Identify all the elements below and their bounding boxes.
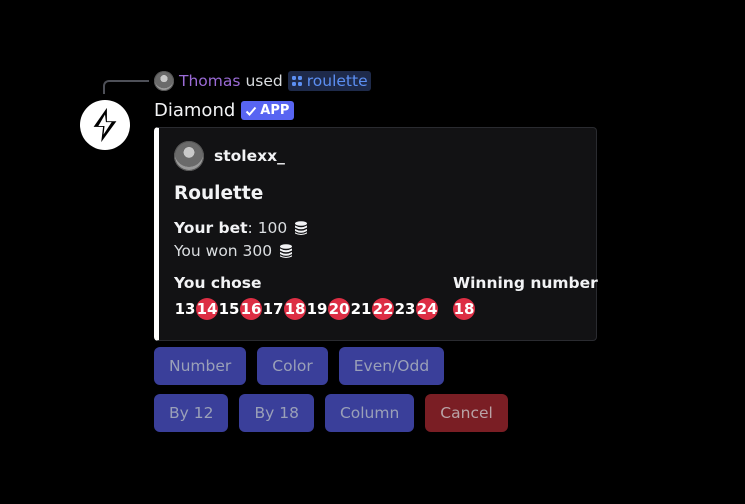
- reply-username[interactable]: Thomas: [179, 72, 240, 90]
- bet-value: : 100: [247, 219, 288, 237]
- embed-author-avatar: [174, 141, 204, 171]
- chosen-number: 16: [240, 298, 262, 320]
- number-button[interactable]: Number: [154, 347, 247, 385]
- reply-used-text: used: [245, 72, 283, 90]
- embed-author-name: stolexx_: [214, 147, 285, 165]
- chosen-number: 19: [306, 300, 328, 318]
- embed-author: stolexx_: [174, 141, 285, 171]
- winning-number: 18: [453, 298, 475, 320]
- bot-avatar[interactable]: [80, 100, 130, 150]
- chosen-number: 17: [262, 300, 284, 318]
- app-command-icon: [291, 76, 302, 86]
- coins-icon: [280, 244, 293, 258]
- chosen-number: 20: [328, 298, 350, 320]
- by-18-button[interactable]: By 18: [239, 394, 314, 432]
- by-12-button[interactable]: By 12: [154, 394, 229, 432]
- reply-context[interactable]: Thomas used roulette: [154, 70, 371, 92]
- slash-command-mention[interactable]: roulette: [287, 71, 371, 91]
- chosen-number: 24: [416, 298, 438, 320]
- even-odd-button[interactable]: Even/Odd: [338, 347, 445, 385]
- app-badge-label: APP: [260, 103, 290, 118]
- button-row-2: By 12 By 18 Column Cancel: [154, 394, 519, 432]
- diamond-sparkle-icon: [93, 107, 117, 143]
- coins-icon: [295, 221, 308, 235]
- winning-number-label: Winning number: [453, 274, 598, 292]
- you-chose-label: You chose: [174, 274, 262, 292]
- chosen-number: 18: [284, 298, 306, 320]
- won-text: You won 300: [174, 242, 273, 260]
- color-button[interactable]: Color: [257, 347, 328, 385]
- chosen-number: 13: [174, 300, 196, 318]
- chosen-number: 23: [394, 300, 416, 318]
- roulette-embed: stolexx_ Roulette Your bet : 100 You won…: [154, 127, 598, 341]
- checkmark-icon: [246, 106, 257, 116]
- column-button[interactable]: Column: [324, 394, 415, 432]
- chosen-number: 22: [372, 298, 394, 320]
- button-row-1: Number Color Even/Odd: [154, 347, 455, 385]
- cancel-button[interactable]: Cancel: [425, 394, 508, 432]
- message-header: Diamond APP: [154, 98, 295, 123]
- chosen-numbers: 13 14 15 16 17 18 19 20 21 22 23 24: [174, 298, 438, 320]
- bet-line: Your bet : 100: [174, 219, 309, 237]
- bet-label: Your bet: [174, 219, 248, 237]
- chosen-number: 14: [196, 298, 218, 320]
- winning-number-field: 18: [453, 298, 475, 320]
- bot-username[interactable]: Diamond: [154, 100, 235, 121]
- app-badge: APP: [241, 101, 295, 120]
- embed-title: Roulette: [174, 183, 264, 204]
- reply-connector-line: [103, 80, 149, 94]
- chosen-number: 21: [350, 300, 372, 318]
- reply-user-avatar[interactable]: [154, 71, 174, 91]
- chosen-number: 15: [218, 300, 240, 318]
- won-line: You won 300: [174, 242, 294, 260]
- slash-command-name: roulette: [306, 72, 368, 90]
